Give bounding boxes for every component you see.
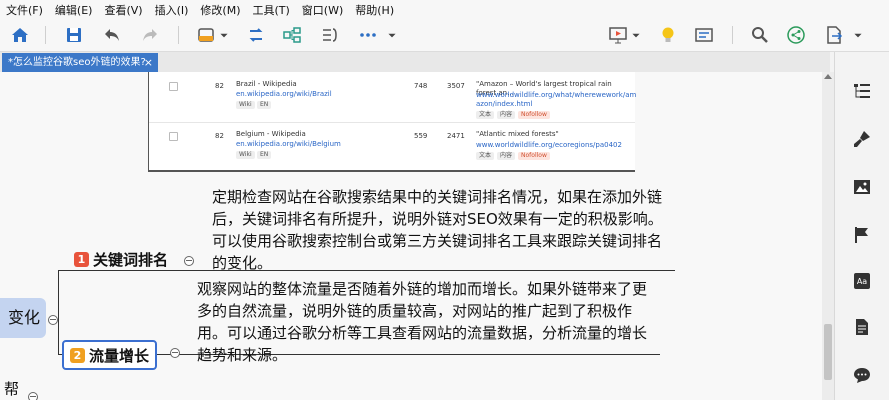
- subtopic-icon[interactable]: [280, 23, 304, 47]
- idea-icon[interactable]: [656, 23, 680, 47]
- image-icon[interactable]: [851, 176, 873, 198]
- row-anchor-url: www.worldwildlife.org/what/wherewework/a…: [476, 91, 637, 108]
- share-icon[interactable]: [784, 23, 808, 47]
- toolbar: [0, 19, 889, 52]
- svg-text:Aa: Aa: [857, 277, 867, 286]
- home-icon[interactable]: [8, 23, 32, 47]
- row-col2: 3507: [447, 82, 465, 90]
- row-number: 82: [215, 132, 224, 140]
- table-row: 82 Brazil - Wikipedia en.wikipedia.org/w…: [149, 72, 637, 123]
- menu-help[interactable]: 帮助(H): [349, 2, 400, 18]
- undo-icon[interactable]: [100, 23, 124, 47]
- comment-icon[interactable]: [851, 364, 873, 386]
- relationship-icon[interactable]: [244, 23, 268, 47]
- chevron-down-icon[interactable]: [218, 23, 230, 47]
- topic-2-note: 观察网站的整体流量是否随着外链的增加而增长。如果外链带来了更多的自然流量，说明外…: [197, 280, 648, 364]
- menu-view[interactable]: 查看(V): [98, 2, 148, 18]
- row-tag: Wiki: [236, 101, 255, 109]
- scroll-thumb[interactable]: [824, 324, 832, 380]
- topic-label: 关键词排名: [93, 251, 169, 269]
- row-anchor: "Atlantic mixed forests": [476, 130, 559, 138]
- redo-icon[interactable]: [138, 23, 162, 47]
- collapse-toggle[interactable]: [170, 348, 180, 358]
- priority-1-icon: 1: [74, 252, 89, 267]
- expand-toggle[interactable]: [28, 392, 38, 400]
- row-title: Brazil - Wikipedia: [236, 80, 297, 88]
- tab-title: *怎么监控谷歌seo外链的效果?: [8, 57, 146, 68]
- menu-insert[interactable]: 插入(I): [149, 2, 195, 18]
- table-row: 82 Belgium - Wikipedia en.wikipedia.org/…: [149, 122, 635, 172]
- menu-file[interactable]: 文件(F): [0, 2, 49, 18]
- outline-icon[interactable]: [692, 23, 716, 47]
- row-anchor-tag: Nofollow: [518, 111, 550, 119]
- menu-edit[interactable]: 编辑(E): [49, 2, 99, 18]
- row-checkbox: [169, 82, 178, 91]
- row-number: 82: [215, 82, 224, 90]
- more-icon[interactable]: [356, 23, 380, 47]
- topic-style-icon[interactable]: [194, 23, 218, 47]
- notes-icon[interactable]: [851, 316, 873, 338]
- row-anchor-tag: 内容: [497, 152, 516, 160]
- row-tag: Wiki: [236, 151, 255, 159]
- topic-keyword-ranking[interactable]: 1 关键词排名: [74, 249, 168, 270]
- mindmap-canvas[interactable]: 82 Brazil - Wikipedia en.wikipedia.org/w…: [0, 72, 822, 400]
- menu-window[interactable]: 窗口(W): [296, 2, 349, 18]
- topic-1-note: 定期检查网站在谷歌搜索结果中的关键词排名情况，如果在添加外链后，关键词排名有所提…: [212, 188, 663, 272]
- collapse-toggle[interactable]: [184, 256, 194, 266]
- search-icon[interactable]: [748, 23, 772, 47]
- row-col1: 559: [414, 132, 428, 140]
- row-col2: 2471: [447, 132, 465, 140]
- chevron-down-icon[interactable]: [386, 23, 398, 47]
- row-anchor-tag: 内容: [497, 111, 516, 119]
- menu-bar: 文件(F) 编辑(E) 查看(V) 插入(I) 修改(M) 工具(T) 窗口(W…: [0, 0, 889, 20]
- row-tag: EN: [257, 101, 272, 109]
- format-brush-icon[interactable]: [851, 128, 873, 150]
- row-tag: EN: [257, 151, 272, 159]
- row-checkbox: [169, 132, 178, 141]
- chevron-down-icon[interactable]: [630, 23, 642, 47]
- row-url: en.wikipedia.org/wiki/Belgium: [236, 140, 341, 148]
- parent-topic[interactable]: 变化: [0, 298, 46, 338]
- row-anchor-tag: 文本: [476, 152, 495, 160]
- tab-document[interactable]: *怎么监控谷歌seo外链的效果? ×: [2, 53, 158, 72]
- chevron-down-icon[interactable]: [852, 23, 864, 47]
- flag-icon[interactable]: [851, 224, 873, 246]
- presentation-icon[interactable]: [606, 23, 630, 47]
- partial-topic[interactable]: 帮: [4, 378, 19, 399]
- collapse-toggle[interactable]: [48, 315, 58, 325]
- text-style-icon[interactable]: Aa: [851, 270, 873, 292]
- save-icon[interactable]: [62, 23, 86, 47]
- vertical-scrollbar[interactable]: [822, 72, 834, 400]
- export-icon[interactable]: [822, 23, 846, 47]
- row-anchor-tag: Nofollow: [518, 152, 550, 160]
- summary-icon[interactable]: [318, 23, 342, 47]
- row-url: en.wikipedia.org/wiki/Brazil: [236, 90, 332, 98]
- outline-panel-icon[interactable]: [851, 80, 873, 102]
- right-panel: Aa: [834, 52, 889, 400]
- priority-2-icon: 2: [70, 347, 85, 363]
- menu-modify[interactable]: 修改(M): [194, 2, 246, 18]
- row-title: Belgium - Wikipedia: [236, 130, 306, 138]
- row-anchor-url: www.worldwildlife.org/ecoregions/pa0402: [476, 141, 622, 149]
- menu-tools[interactable]: 工具(T): [246, 2, 295, 18]
- topic-label: 流量增长: [89, 346, 150, 365]
- embedded-screenshot[interactable]: 82 Brazil - Wikipedia en.wikipedia.org/w…: [148, 72, 637, 172]
- topic-traffic-growth[interactable]: 2 流量增长: [62, 340, 158, 370]
- scroll-up-icon[interactable]: [824, 74, 832, 79]
- row-anchor-tag: 文本: [476, 111, 495, 119]
- close-icon[interactable]: ×: [144, 53, 153, 72]
- tab-bar: *怎么监控谷歌seo外链的效果? ×: [0, 52, 830, 72]
- row-col1: 748: [414, 82, 428, 90]
